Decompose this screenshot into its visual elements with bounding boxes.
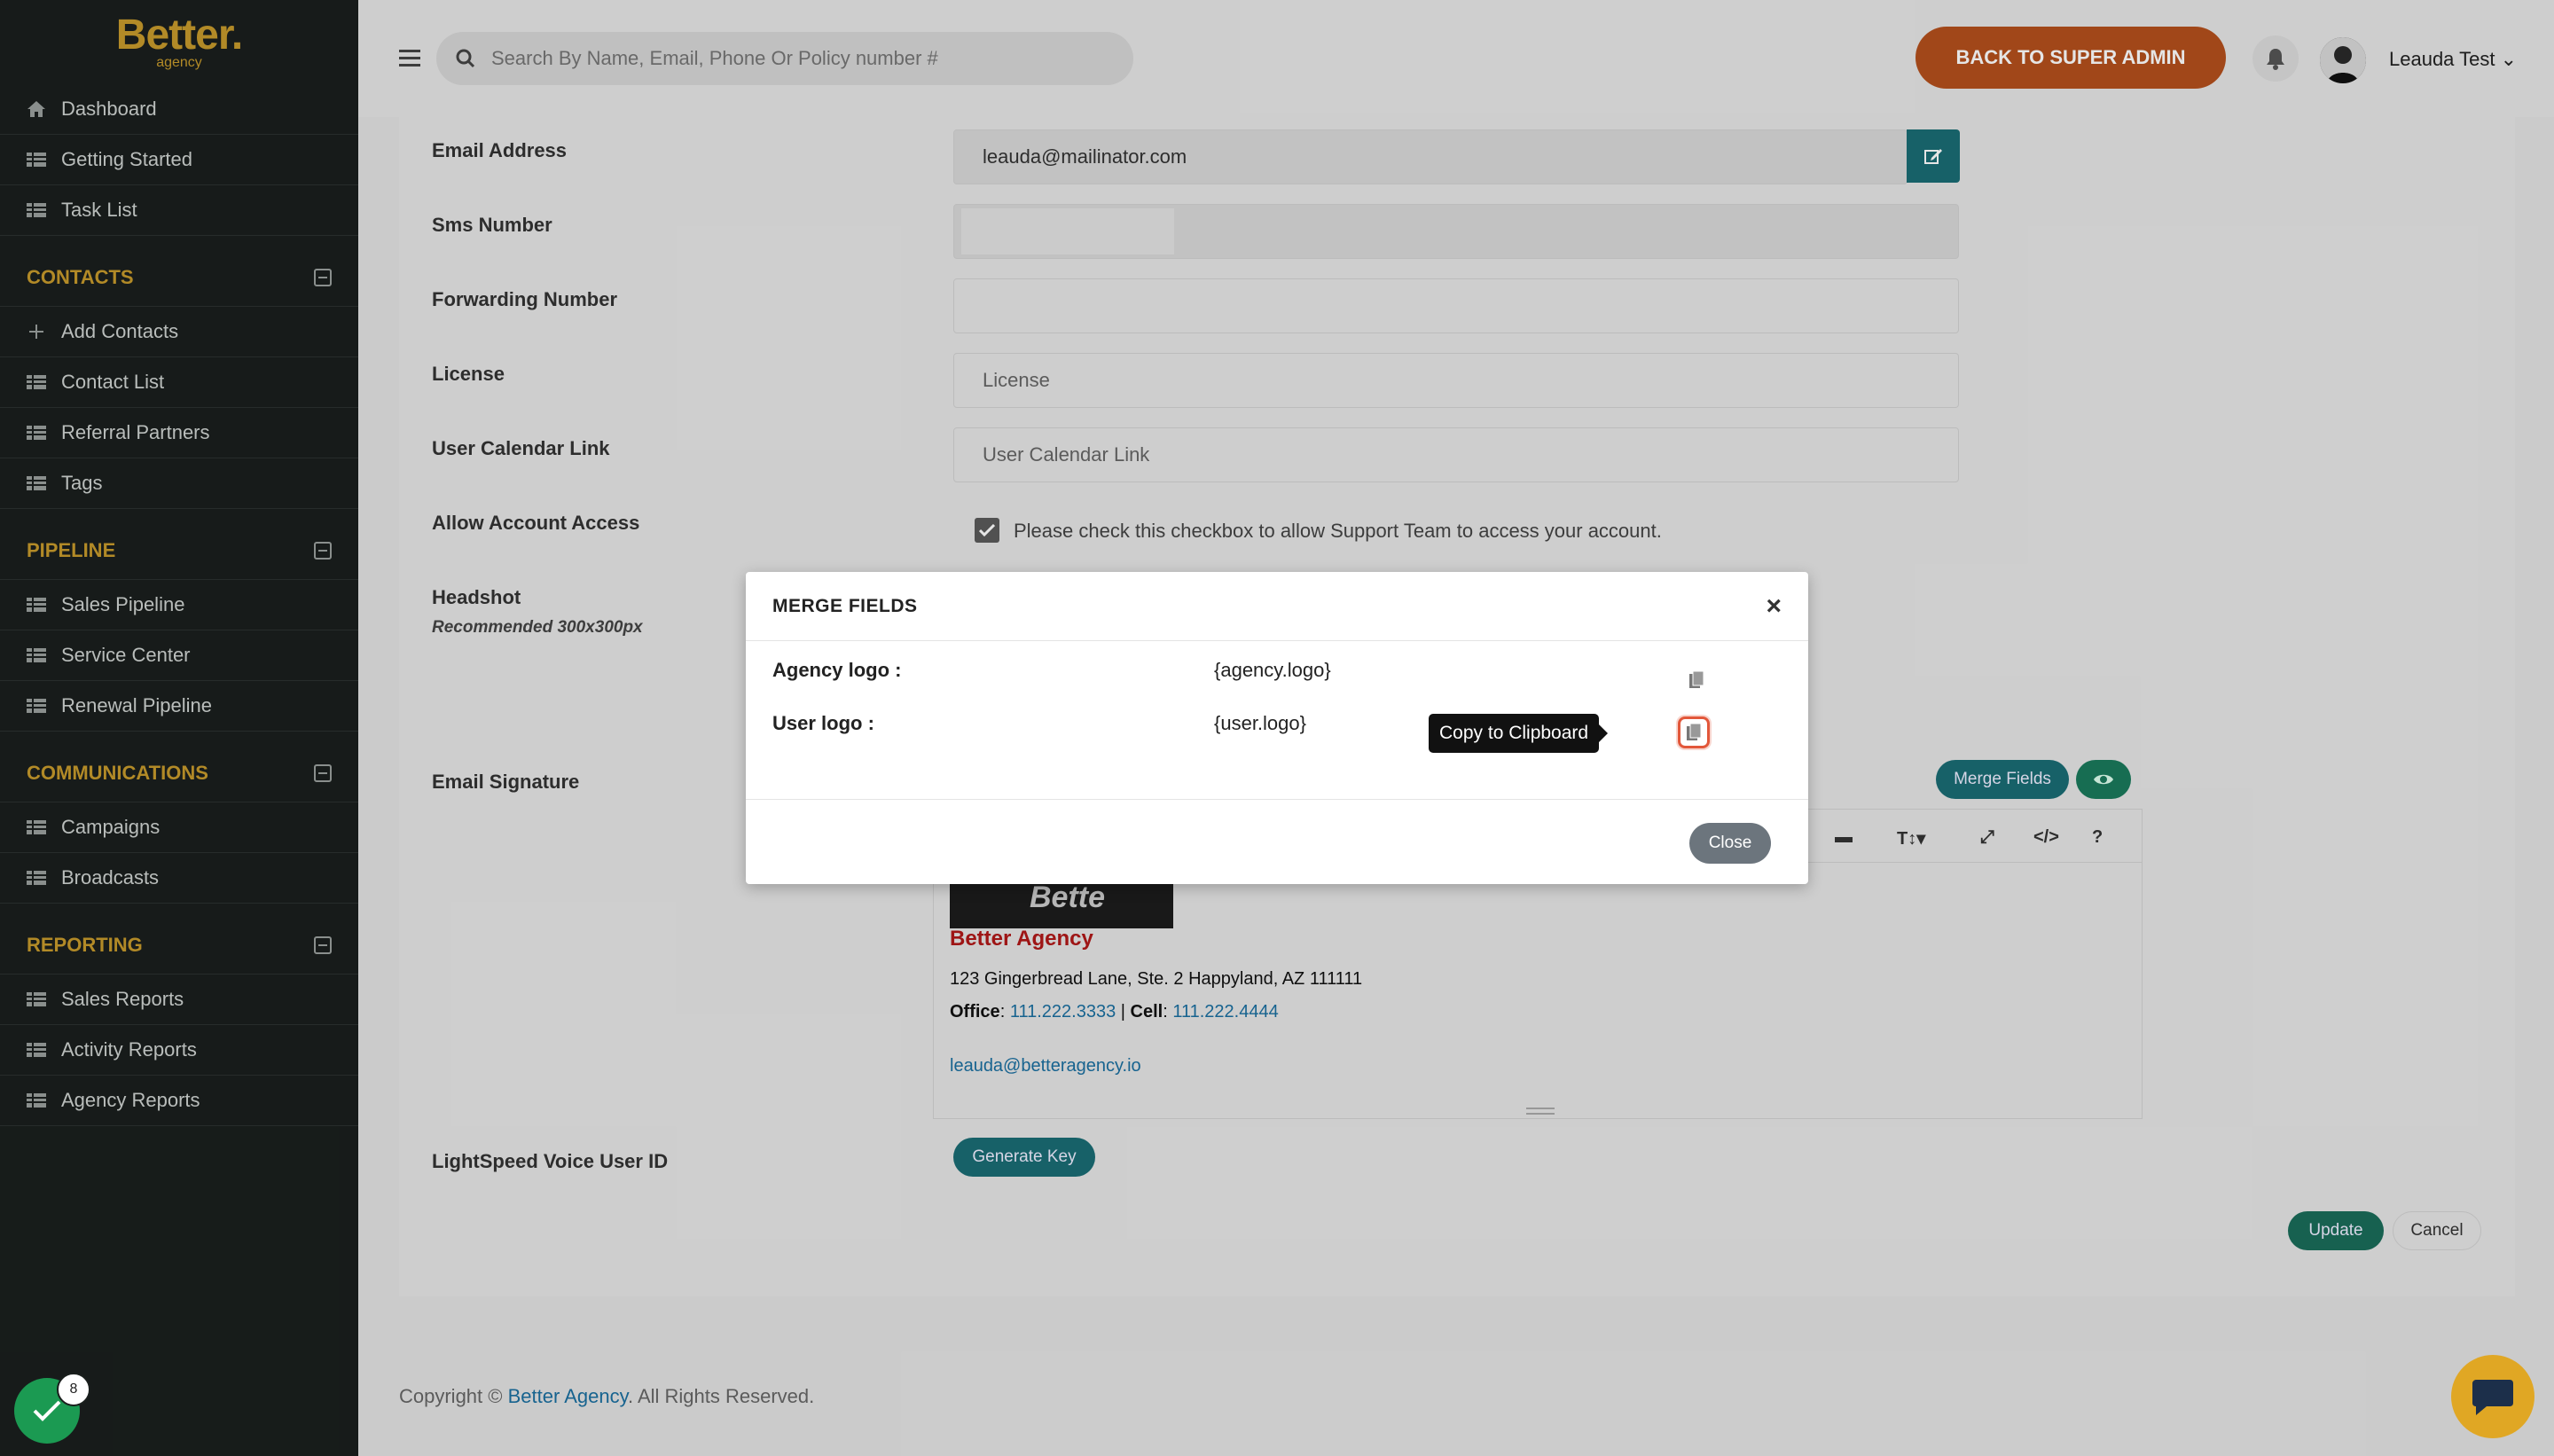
copy-icon	[1687, 723, 1702, 740]
copy-icon	[1689, 670, 1704, 688]
modal-title: MERGE FIELDS	[772, 595, 918, 616]
chat-widget[interactable]	[2451, 1355, 2534, 1438]
modal-footer: Close	[746, 799, 1808, 884]
merge-field-row-user-logo: User logo : {user.logo}	[772, 712, 1306, 735]
close-button[interactable]: Close	[1689, 823, 1771, 864]
modal-header: MERGE FIELDS ×	[746, 572, 1808, 641]
copy-tooltip: Copy to Clipboard	[1429, 714, 1609, 753]
copy-agency-logo-button[interactable]	[1680, 664, 1712, 696]
copy-user-logo-button[interactable]	[1678, 716, 1710, 748]
check-icon	[33, 1400, 61, 1421]
notification-badge: 8	[57, 1373, 90, 1406]
merge-field-value: {agency.logo}	[1214, 659, 1331, 681]
merge-fields-modal: MERGE FIELDS × Agency logo : {agency.log…	[746, 572, 1808, 884]
chat-icon	[2472, 1380, 2513, 1415]
merge-field-value: {user.logo}	[1214, 712, 1306, 734]
merge-field-label: Agency logo :	[772, 659, 902, 681]
close-icon[interactable]: ×	[1766, 591, 1782, 622]
merge-field-row-agency-logo: Agency logo : {agency.logo}	[772, 659, 1331, 682]
merge-field-label: User logo :	[772, 712, 874, 734]
